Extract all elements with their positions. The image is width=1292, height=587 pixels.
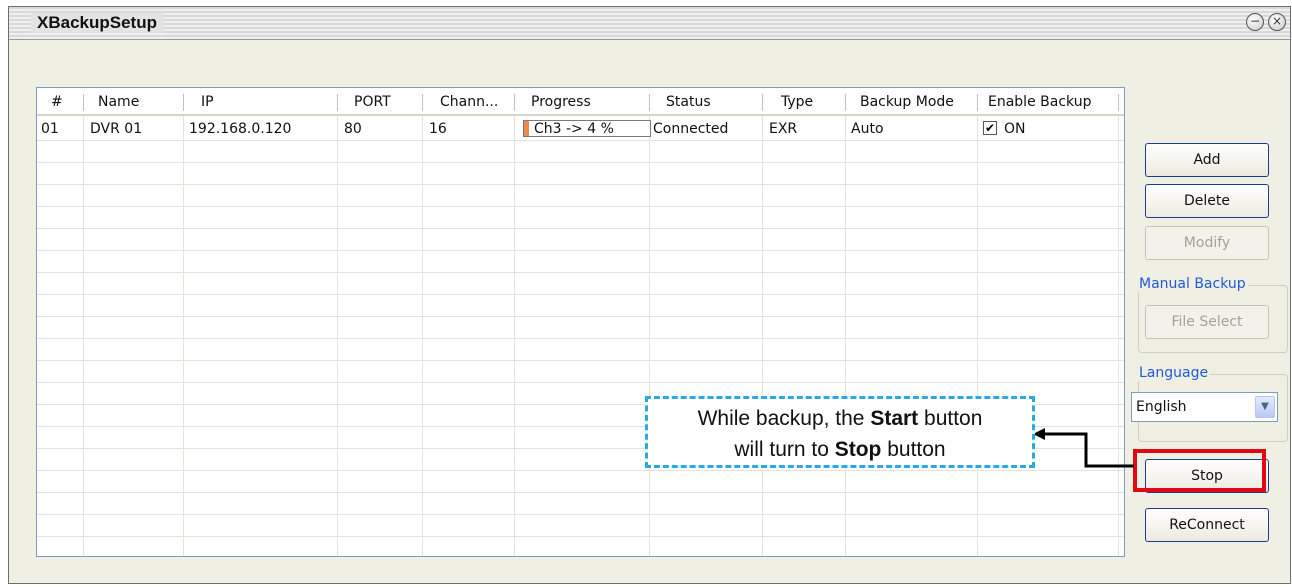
col-line — [514, 116, 515, 556]
cell-type: EXR — [769, 121, 798, 137]
col-header-backup-mode[interactable]: Backup Mode — [860, 94, 954, 110]
dvr-table: # Name IP PORT Chann... Progress Status … — [36, 87, 1125, 557]
col-line — [1118, 116, 1119, 556]
col-header-progress[interactable]: Progress — [531, 94, 591, 110]
annotation-callout: While backup, the Start button will turn… — [645, 396, 1035, 468]
col-header-status[interactable]: Status — [666, 94, 711, 110]
cell-enable-label: ON — [1004, 121, 1026, 137]
row-line — [37, 294, 1124, 295]
callout-text: While backup, the — [697, 407, 871, 430]
row-line — [37, 536, 1124, 537]
col-header-ip[interactable]: IP — [201, 94, 214, 110]
cell-port: 80 — [344, 121, 362, 137]
header-separator — [649, 94, 650, 111]
col-header-name[interactable]: Name — [98, 94, 139, 110]
callout-arrow-line — [1044, 432, 1134, 468]
row-line — [37, 184, 1124, 185]
add-button[interactable]: Add — [1145, 143, 1269, 177]
header-separator — [845, 94, 846, 111]
row-line — [37, 492, 1124, 493]
cell-name: DVR 01 — [90, 121, 143, 137]
header-separator — [83, 94, 84, 111]
cell-backup-mode: Auto — [851, 121, 884, 137]
progress-bar: Ch3 -> 4 % — [523, 120, 651, 137]
window-title: XBackupSetup — [31, 13, 163, 33]
callout-text: will turn to — [734, 438, 835, 461]
callout-arrow — [1033, 428, 1134, 468]
row-line — [37, 360, 1124, 361]
header-separator — [1118, 94, 1119, 111]
col-header-num[interactable]: # — [51, 94, 63, 110]
row-line — [37, 250, 1124, 251]
language-label: Language — [1137, 365, 1211, 381]
callout-text: button — [918, 407, 983, 430]
col-header-port[interactable]: PORT — [354, 94, 391, 110]
row-line — [37, 316, 1124, 317]
cell-channels: 16 — [429, 121, 447, 137]
minimize-icon[interactable]: − — [1246, 13, 1264, 31]
col-header-channels[interactable]: Chann... — [440, 94, 498, 110]
header-separator — [977, 94, 978, 111]
row-line — [37, 228, 1124, 229]
enable-backup-checkbox[interactable]: ✔ — [983, 121, 997, 135]
header-separator — [762, 94, 763, 111]
progress-text: Ch3 -> 4 % — [534, 121, 614, 137]
header-separator — [422, 94, 423, 111]
callout-line-1: While backup, the Start button — [648, 403, 1032, 434]
row-line — [37, 162, 1124, 163]
header-separator — [183, 94, 184, 111]
stop-button[interactable]: Stop — [1145, 459, 1269, 493]
col-line — [649, 116, 650, 556]
header-separator — [337, 94, 338, 111]
language-select[interactable]: English ▼ — [1131, 392, 1278, 422]
file-select-button[interactable]: File Select — [1145, 305, 1269, 339]
col-line — [762, 116, 763, 556]
col-header-enable-backup[interactable]: Enable Backup — [988, 94, 1091, 110]
progress-fill — [524, 121, 530, 136]
callout-bold-stop: Stop — [834, 438, 882, 461]
row-line — [37, 140, 1124, 141]
table-header: # Name IP PORT Chann... Progress Status … — [37, 88, 1124, 116]
col-line — [422, 116, 423, 556]
col-line — [977, 116, 978, 556]
manual-backup-label: Manual Backup — [1137, 276, 1248, 292]
col-line — [83, 116, 84, 556]
delete-button[interactable]: Delete — [1145, 184, 1269, 218]
cell-status: Connected — [653, 121, 729, 137]
row-line — [37, 514, 1124, 515]
row-line — [37, 470, 1124, 471]
callout-line-2: will turn to Stop button — [648, 434, 1032, 465]
title-bar[interactable]: XBackupSetup − × — [9, 7, 1290, 40]
reconnect-button[interactable]: ReConnect — [1145, 508, 1269, 542]
header-separator — [514, 94, 515, 111]
language-selected-value: English — [1136, 399, 1187, 415]
row-line — [37, 206, 1124, 207]
col-line — [337, 116, 338, 556]
modify-button[interactable]: Modify — [1145, 226, 1269, 260]
callout-text: button — [881, 438, 946, 461]
callout-bold-start: Start — [870, 407, 919, 430]
row-line — [37, 272, 1124, 273]
row-line — [37, 338, 1124, 339]
col-line — [845, 116, 846, 556]
close-icon[interactable]: × — [1268, 13, 1286, 31]
row-line — [37, 382, 1124, 383]
cell-num: 01 — [41, 121, 59, 137]
xbackupsetup-window: XBackupSetup − × # Name IP PORT Chann...… — [8, 6, 1291, 584]
col-line — [183, 116, 184, 556]
cell-ip: 192.168.0.120 — [189, 121, 292, 137]
col-header-type[interactable]: Type — [781, 94, 813, 110]
chevron-down-icon[interactable]: ▼ — [1255, 396, 1275, 418]
